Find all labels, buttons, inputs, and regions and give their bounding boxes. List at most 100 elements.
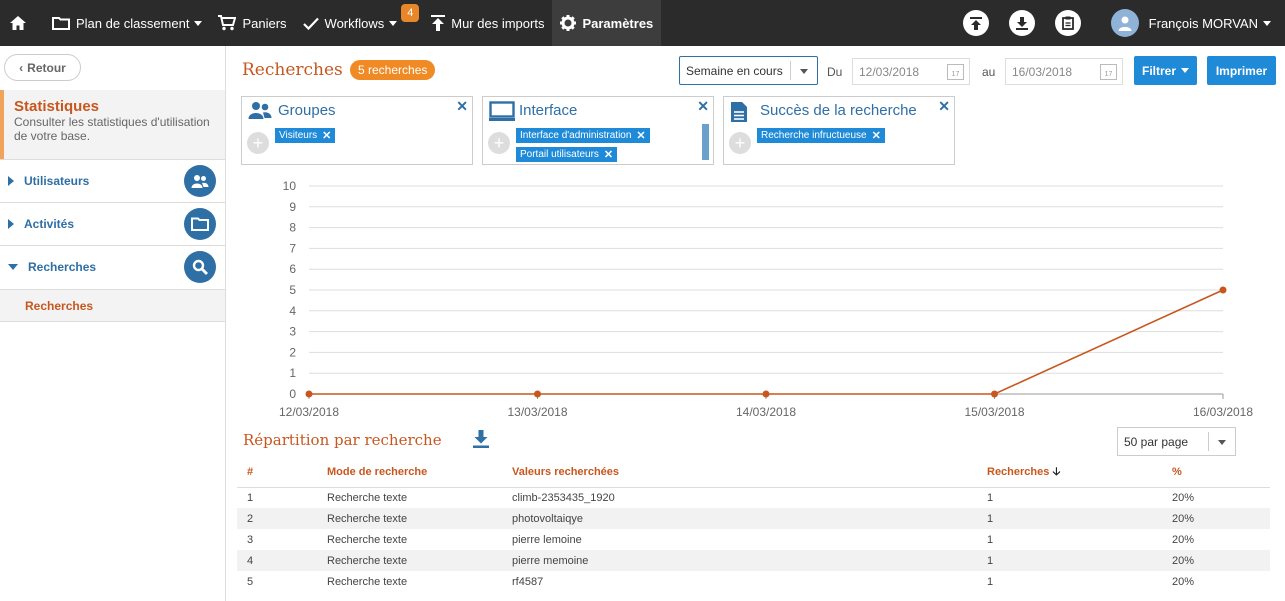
check-icon	[302, 17, 319, 30]
users-icon	[184, 165, 216, 197]
print-button[interactable]: Imprimer	[1207, 56, 1276, 85]
sidebar-item-label: Utilisateurs	[24, 174, 90, 188]
remove-tag-icon[interactable]: ✕	[322, 129, 331, 142]
filter-tag: Interface d'administration ✕	[516, 128, 650, 143]
username-label: François MORVAN	[1148, 15, 1258, 31]
data-point	[762, 390, 770, 398]
download-button[interactable]	[1008, 10, 1035, 36]
table-cell: climb-2353435_1920	[512, 487, 987, 508]
top-navbar: Plan de classement Paniers Workflows 4 M…	[0, 0, 1285, 46]
cart-icon	[218, 15, 237, 31]
gear-icon	[560, 15, 577, 31]
card-scrollbar[interactable]	[702, 124, 709, 160]
nav-label: Paniers	[242, 15, 287, 31]
close-icon[interactable]: ✕	[456, 98, 468, 115]
sidebar-item-recherches[interactable]: Recherches	[0, 245, 225, 288]
remove-tag-icon[interactable]: ✕	[636, 129, 645, 142]
nav-label: Mur des imports	[451, 15, 545, 31]
count-badge: 5 recherches	[350, 60, 436, 80]
avatar[interactable]	[1110, 9, 1139, 37]
line-chart: 0 1 2 3 4 5 6 7 8 9 10 12/03/2018 13/03/2018 14/03/20…	[279, 179, 1253, 419]
workflows-count-badge: 4	[401, 4, 420, 22]
stats-header: Statistiques Consulter les statistiques …	[0, 90, 225, 160]
sidebar-item-activites[interactable]: Activités	[0, 202, 225, 245]
tag-label: Visiteurs	[279, 130, 318, 141]
nav-workflows[interactable]: Workflows 4	[295, 0, 428, 46]
table-cell: 20%	[1172, 508, 1270, 529]
nav-label: Workflows	[324, 15, 385, 31]
date-from-input[interactable]: 12/03/2018 17	[852, 58, 970, 85]
home-button[interactable]	[0, 0, 44, 46]
date-to-value: 16/03/2018	[1012, 64, 1073, 79]
table-cell: 3	[237, 529, 327, 550]
period-select[interactable]: Semaine en cours	[679, 56, 818, 85]
download-icon	[1015, 16, 1028, 30]
x-tick-label: 15/03/2018	[964, 405, 1024, 419]
monitor-icon	[489, 101, 515, 124]
period-value: Semaine en cours	[686, 63, 783, 78]
date-to-input[interactable]: 16/03/2018 17	[1005, 58, 1123, 85]
close-icon[interactable]: ✕	[938, 98, 950, 115]
column-header[interactable]: Valeurs recherchées	[512, 458, 987, 488]
remove-tag-icon[interactable]: ✕	[604, 148, 613, 161]
table-cell: 5	[237, 571, 327, 592]
close-icon[interactable]: ✕	[697, 98, 709, 115]
remove-tag-icon[interactable]: ✕	[872, 129, 881, 142]
section-title: Répartition par recherche	[243, 431, 442, 449]
data-point	[305, 390, 313, 398]
column-header[interactable]: #	[237, 458, 327, 488]
clipboard-button[interactable]	[1054, 10, 1081, 36]
back-button[interactable]: ‹ Retour	[4, 54, 81, 81]
per-page-select[interactable]: 50 par page	[1117, 427, 1236, 456]
user-menu[interactable]: François MORVAN	[1149, 16, 1271, 31]
sort-down-icon[interactable]: 🡣	[1052, 466, 1060, 478]
table-row: 3 Recherche texte pierre lemoine 1 20%	[237, 529, 1270, 550]
y-tick-label: 0	[289, 387, 296, 401]
y-tick-label: 4	[289, 304, 296, 318]
nav-paniers[interactable]: Paniers	[210, 0, 294, 46]
sidebar-item-utilisateurs[interactable]: Utilisateurs	[0, 159, 225, 202]
chevron-right-icon	[8, 176, 14, 186]
column-header[interactable]: %	[1172, 458, 1270, 488]
date-from-label: Du	[827, 65, 843, 79]
stats-title: Statistiques	[14, 98, 100, 115]
main-content: Recherches 5 recherches Semaine en cours…	[226, 46, 1285, 601]
series-line	[309, 289, 1224, 395]
table-row: 1 Recherche texte climb-2353435_1920 1 20%	[237, 487, 1270, 508]
column-header-recherches[interactable]: Recherches 🡣	[987, 458, 1172, 488]
add-icon[interactable]: +	[247, 132, 269, 154]
nav-label: Paramètres	[582, 15, 654, 31]
chevron-down-icon	[1263, 20, 1271, 26]
y-tick-label: 5	[289, 283, 296, 297]
download-icon[interactable]	[473, 430, 489, 451]
chevron-down-icon	[800, 69, 808, 74]
nav-plan-de-classement[interactable]: Plan de classement	[44, 0, 210, 46]
add-icon[interactable]: +	[729, 132, 751, 154]
y-tick-label: 8	[289, 221, 296, 235]
calendar-icon[interactable]: 17	[1100, 64, 1117, 80]
add-icon[interactable]: +	[488, 132, 510, 154]
table-cell: rf4587	[512, 571, 987, 592]
chevron-down-icon	[389, 20, 398, 26]
filter-card-groupes: Groupes ✕ + Visiteurs ✕	[241, 96, 473, 165]
x-tick-label: 14/03/2018	[736, 405, 796, 419]
tag-label: Portail utilisateurs	[520, 149, 599, 160]
table-cell: 1	[987, 529, 1172, 550]
table-cell: 20%	[1172, 550, 1270, 571]
search-icon	[184, 251, 216, 283]
upload-button[interactable]	[962, 10, 989, 36]
table-cell: Recherche texte	[327, 508, 512, 529]
sidebar-subitem-recherches[interactable]: Recherches	[0, 289, 225, 322]
table-cell: 20%	[1172, 487, 1270, 508]
nav-parametres[interactable]: Paramètres	[552, 0, 662, 46]
results-table: # Mode de recherche Valeurs recherchées …	[237, 458, 1270, 592]
table-cell: 1	[987, 487, 1172, 508]
table-cell: 1	[987, 508, 1172, 529]
filter-button[interactable]: Filtrer	[1134, 56, 1197, 85]
table-cell: 1	[987, 571, 1172, 592]
data-point	[1219, 286, 1227, 294]
nav-mur-des-imports[interactable]: Mur des imports	[427, 0, 552, 46]
calendar-icon[interactable]: 17	[947, 64, 964, 80]
column-header[interactable]: Mode de recherche	[327, 458, 512, 488]
table-row: 5 Recherche texte rf4587 1 20%	[237, 571, 1270, 592]
